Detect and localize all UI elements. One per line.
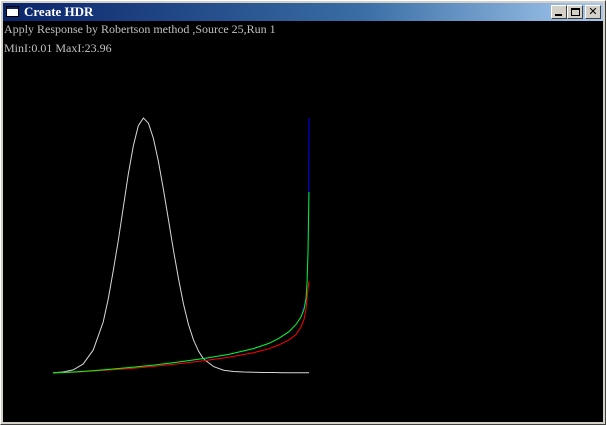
- close-icon: ✕: [588, 5, 598, 18]
- hdr-canvas: Apply Response by Robertson method ,Sour…: [3, 21, 603, 422]
- minimize-icon: [555, 14, 562, 16]
- create-hdr-window: Create HDR ✕ Apply Response by Robertson…: [0, 0, 606, 425]
- window-app-icon[interactable]: [6, 6, 19, 17]
- window-title: Create HDR: [24, 4, 94, 19]
- maximize-icon: [571, 8, 580, 16]
- close-button[interactable]: ✕: [585, 5, 601, 19]
- histogram-curve: [52, 117, 309, 374]
- title-bar[interactable]: Create HDR ✕: [3, 3, 603, 21]
- green-response-curve: [52, 191, 310, 374]
- response-curve-chart: [52, 117, 310, 374]
- maximize-button[interactable]: [567, 5, 583, 19]
- blue-response-curve: [52, 117, 310, 374]
- minimize-button[interactable]: [551, 5, 567, 19]
- red-response-curve: [52, 281, 310, 374]
